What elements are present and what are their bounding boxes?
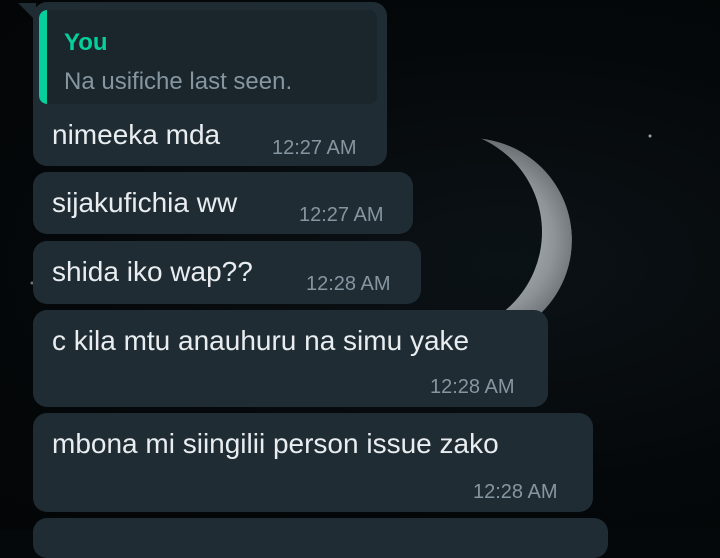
message-timestamp: 12:28 AM bbox=[306, 273, 391, 295]
message-text: shida iko wap?? bbox=[52, 256, 253, 287]
message-text: nimeeka mda bbox=[52, 119, 221, 150]
message-bubble[interactable]: mbona mi siingilii person issue zako 12:… bbox=[33, 413, 593, 512]
message-bubble-partial[interactable] bbox=[33, 518, 608, 558]
message-text: mbona mi siingilii person issue zako bbox=[52, 428, 499, 459]
quote-accent-bar bbox=[39, 10, 47, 104]
message-text: c kila mtu anauhuru na simu yake bbox=[52, 325, 470, 356]
message-text: sijakufichia ww bbox=[52, 187, 238, 218]
message-bubble[interactable]: shida iko wap?? 12:28 AM bbox=[33, 241, 421, 304]
message-timestamp: 12:27 AM bbox=[272, 137, 357, 159]
message-bubble[interactable]: You Na usifiche last seen. nimeeka mda 1… bbox=[33, 2, 387, 166]
quoted-author: You bbox=[64, 29, 108, 56]
message-timestamp: 12:28 AM bbox=[430, 376, 515, 398]
message-bubble[interactable]: c kila mtu anauhuru na simu yake 12:28 A… bbox=[33, 310, 548, 407]
message-timestamp: 12:28 AM bbox=[473, 481, 558, 503]
bubble-tail bbox=[18, 3, 36, 21]
quoted-message[interactable]: You Na usifiche last seen. bbox=[39, 10, 377, 104]
message-timestamp: 12:27 AM bbox=[299, 204, 384, 226]
message-bubble[interactable]: sijakufichia ww 12:27 AM bbox=[33, 172, 413, 234]
quoted-text: Na usifiche last seen. bbox=[64, 68, 293, 95]
